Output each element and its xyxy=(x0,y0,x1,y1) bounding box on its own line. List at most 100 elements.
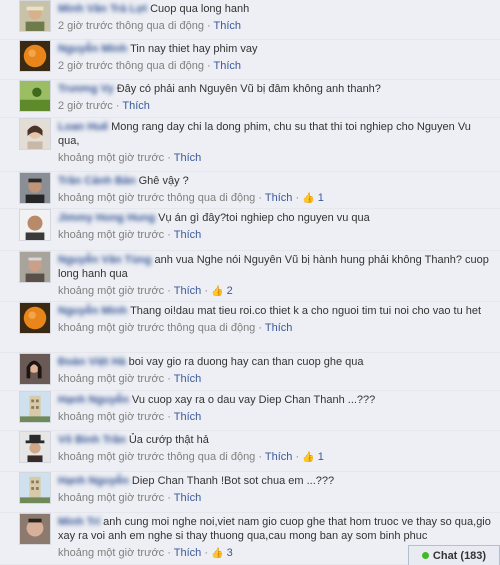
like-link[interactable]: Thích xyxy=(174,373,202,385)
comment-timestamp[interactable]: khoảng một giờ trước xyxy=(58,492,164,504)
like-link[interactable]: Thích xyxy=(265,192,293,204)
commenter-name[interactable]: Hạnh Nguyễn xyxy=(58,475,129,487)
like-link[interactable]: Thích xyxy=(174,229,202,241)
comment-meta: khoảng một giờ trước · Thích · 👍 2 xyxy=(58,285,233,297)
comment-timestamp[interactable]: khoảng một giờ trước xyxy=(58,229,164,241)
like-count[interactable]: 👍 1 xyxy=(302,451,324,463)
avatar[interactable] xyxy=(19,431,51,463)
commenter-name[interactable]: Minh Văn Trà Lợi xyxy=(58,3,147,15)
comment-body: Tin nay thiet hay phim vay xyxy=(130,43,258,55)
comment-meta: khoảng một giờ trước thông qua di động ·… xyxy=(58,451,324,463)
comment-text: Hạnh Nguyễn Diep Chan Thanh !Bot sot chua… xyxy=(58,474,494,488)
commenter-name[interactable]: Nguyễn Minh xyxy=(58,305,127,317)
avatar[interactable] xyxy=(19,302,51,334)
comment-item: Hạnh Nguyễn Vu cuop xay ra o dau vay Diep… xyxy=(0,391,500,431)
avatar[interactable] xyxy=(19,0,51,32)
comment-meta: khoảng một giờ trước · Thích xyxy=(58,411,202,423)
like-link[interactable]: Thích xyxy=(174,547,202,559)
thumbs-up-icon: 👍 xyxy=(302,193,315,204)
comment-item: Nguyễn Minh Tin nay thiet hay phim vay 2 g… xyxy=(0,40,500,80)
comment-timestamp[interactable]: khoảng một giờ trước thông qua di động xyxy=(58,322,255,334)
commenter-name[interactable]: Trần Cảnh Bản xyxy=(58,175,136,187)
avatar[interactable] xyxy=(19,172,51,204)
comment-item: Đoàn Việt Hà boi vay gio ra duong hay can… xyxy=(0,353,500,391)
like-count[interactable]: 👍 2 xyxy=(211,285,233,297)
comment-item: Hạnh Nguyễn Diep Chan Thanh !Bot sot chua… xyxy=(0,472,500,513)
comment-body: Ủa cướp thật hả xyxy=(128,434,209,446)
like-link[interactable]: Thích xyxy=(214,60,242,72)
comment-timestamp[interactable]: 2 giờ trước thông qua di động xyxy=(58,60,204,72)
comment-body: Vụ án gì đây?toi nghiep cho nguyen vu qu… xyxy=(158,212,370,224)
like-link[interactable]: Thích xyxy=(174,492,202,504)
avatar[interactable] xyxy=(19,391,51,423)
comment-text: Minh Văn Trà Lợi Cuop qua long hanh xyxy=(58,2,494,16)
comment-body: Thang oi!dau mat tieu roi.co thiet k a c… xyxy=(130,305,482,317)
comment-timestamp[interactable]: khoảng một giờ trước xyxy=(58,373,164,385)
like-count[interactable]: 👍 1 xyxy=(302,192,324,204)
comment-meta: 2 giờ trước thông qua di động · Thích xyxy=(58,20,242,32)
thumbs-up-icon: 👍 xyxy=(302,452,315,463)
comment-timestamp[interactable]: khoảng một giờ trước xyxy=(58,547,164,559)
comment-timestamp[interactable]: 2 giờ trước thông qua di động xyxy=(58,20,204,32)
like-count[interactable]: 👍 3 xyxy=(211,547,233,559)
avatar[interactable] xyxy=(19,80,51,112)
comment-item: Minh Văn Trà Lợi Cuop qua long hanh 2 giờ … xyxy=(0,0,500,40)
comment-text: Nguyễn Minh Tin nay thiet hay phim vay xyxy=(58,42,494,56)
comment-timestamp[interactable]: khoảng một giờ trước xyxy=(58,285,164,297)
comment-item: Võ Bình Trần Ủa cướp thật hả khoảng một gi… xyxy=(0,431,500,472)
comment-body: Diep Chan Thanh !Bot sot chua em ...??? xyxy=(131,475,335,487)
avatar[interactable] xyxy=(19,513,51,545)
like-link[interactable]: Thích xyxy=(122,100,150,112)
comment-timestamp[interactable]: khoảng một giờ trước xyxy=(58,152,164,164)
commenter-name[interactable]: Jimmy Hong Hung xyxy=(58,212,155,224)
comment-text: Minh Trí anh cung moi nghe noi,viet nam g… xyxy=(58,515,494,543)
comment-body: Cuop qua long hanh xyxy=(150,3,250,15)
comment-meta: khoảng một giờ trước · Thích xyxy=(58,373,202,385)
commenter-name[interactable]: Đoàn Việt Hà xyxy=(58,356,126,368)
like-link[interactable]: Thích xyxy=(265,322,293,334)
comment-text: Trương Vy Đây có phải anh Nguyên Vũ bị đâ… xyxy=(58,82,494,96)
comment-text: Nguyễn Văn Tùng anh vua Nghe nói Nguyên V… xyxy=(58,253,494,281)
comment-meta: khoảng một giờ trước thông qua di động ·… xyxy=(58,322,293,334)
like-link[interactable]: Thích xyxy=(265,451,293,463)
commenter-name[interactable]: Nguyễn Văn Tùng xyxy=(58,254,152,266)
thumbs-up-icon: 👍 xyxy=(211,548,224,559)
like-link[interactable]: Thích xyxy=(174,411,202,423)
comment-meta: khoảng một giờ trước · Thích xyxy=(58,152,202,164)
avatar[interactable] xyxy=(19,353,51,385)
avatar[interactable] xyxy=(19,472,51,504)
comment-timestamp[interactable]: khoảng một giờ trước thông qua di động xyxy=(58,192,255,204)
comment-meta: khoảng một giờ trước · Thích xyxy=(58,492,202,504)
comment-meta: khoảng một giờ trước thông qua di động ·… xyxy=(58,192,324,204)
commenter-name[interactable]: Nguyễn Minh xyxy=(58,43,127,55)
comment-text: Đoàn Việt Hà boi vay gio ra duong hay can… xyxy=(58,355,494,369)
commenter-name[interactable]: Trương Vy xyxy=(58,83,114,95)
like-link[interactable]: Thích xyxy=(174,152,202,164)
comment-meta: khoảng một giờ trước · Thích xyxy=(58,229,202,241)
comment-body: anh cung moi nghe noi,viet nam gio cuop … xyxy=(58,516,491,542)
avatar[interactable] xyxy=(19,40,51,72)
comment-body: Ghê vậy ? xyxy=(138,175,189,187)
commenter-name[interactable]: Hạnh Nguyễn xyxy=(58,394,129,406)
comment-text: Hạnh Nguyễn Vu cuop xay ra o dau vay Diep… xyxy=(58,393,494,407)
comment-timestamp[interactable]: 2 giờ trước xyxy=(58,100,113,112)
commenter-name[interactable]: Võ Bình Trần xyxy=(58,434,126,446)
avatar[interactable] xyxy=(19,118,51,150)
avatar[interactable] xyxy=(19,251,51,283)
thumbs-up-icon: 👍 xyxy=(211,286,224,297)
comment-timestamp[interactable]: khoảng một giờ trước xyxy=(58,411,164,423)
avatar[interactable] xyxy=(19,209,51,241)
comment-item: Trương Vy Đây có phải anh Nguyên Vũ bị đâ… xyxy=(0,80,500,118)
like-link[interactable]: Thích xyxy=(174,285,202,297)
like-link[interactable]: Thích xyxy=(214,20,242,32)
chat-bar-button[interactable]: Chat (183) xyxy=(408,545,500,565)
commenter-name[interactable]: Loan Huế xyxy=(58,121,108,133)
commenter-name[interactable]: Minh Trí xyxy=(58,516,100,528)
comment-item: Loan Huế Mong rang day chi la dong phim, … xyxy=(0,118,500,172)
comment-text: Loan Huế Mong rang day chi la dong phim, … xyxy=(58,120,494,148)
online-status-icon xyxy=(421,552,429,559)
comment-timestamp[interactable]: khoảng một giờ trước thông qua di động xyxy=(58,451,255,463)
comment-item: Trần Cảnh Bản Ghê vậy ? khoảng một giờ trư… xyxy=(0,172,500,209)
comment-text: Võ Bình Trần Ủa cướp thật hả xyxy=(58,433,494,447)
comment-meta: 2 giờ trước thông qua di động · Thích xyxy=(58,60,242,72)
